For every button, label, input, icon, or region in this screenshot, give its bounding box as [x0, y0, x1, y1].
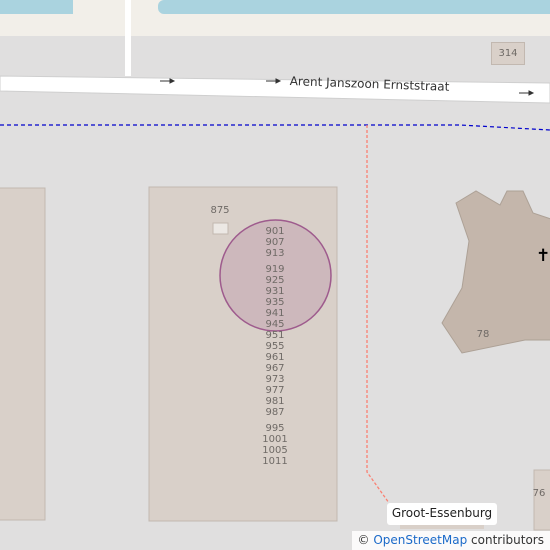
house-number: 875 — [210, 205, 230, 216]
house-number: 981 — [265, 396, 285, 407]
building-right[interactable] — [533, 469, 550, 531]
attribution-suffix: contributors — [467, 533, 544, 547]
footpath[interactable] — [125, 0, 131, 76]
house-number: 977 — [265, 385, 285, 396]
house-number: 941 — [265, 308, 285, 319]
house-number: 955 — [265, 341, 285, 352]
house-number: 995 — [265, 423, 285, 434]
house-number: 1001 — [262, 434, 288, 445]
house-number: 919 — [265, 264, 285, 275]
footway[interactable] — [366, 125, 390, 504]
house-number: 973 — [265, 374, 285, 385]
house-number: 901 — [265, 226, 285, 237]
street-arent-janszoon-ernststraat[interactable] — [0, 75, 550, 104]
house-number: 907 — [265, 237, 285, 248]
attribution: © OpenStreetMap contributors — [351, 531, 550, 550]
house-number: 913 — [265, 248, 285, 259]
route-ref-shield: 314 — [491, 42, 525, 65]
house-number: 945 — [265, 319, 285, 330]
water-area — [0, 0, 73, 14]
boundary-line — [0, 124, 550, 131]
copyright-symbol: © — [357, 533, 370, 547]
water-area — [158, 0, 550, 14]
church-icon: ✝ — [536, 246, 550, 266]
house-number: 1005 — [262, 445, 288, 456]
house-number: 935 — [265, 297, 285, 308]
quay — [0, 14, 125, 22]
building-left[interactable] — [0, 187, 46, 521]
house-number: 1011 — [262, 456, 288, 467]
house-number: 76 — [532, 488, 546, 499]
house-number: 961 — [265, 352, 285, 363]
house-number: 987 — [265, 407, 285, 418]
house-number: 78 — [476, 329, 490, 340]
house-number: 967 — [265, 363, 285, 374]
house-number: 951 — [265, 330, 285, 341]
osm-link[interactable]: OpenStreetMap — [373, 533, 467, 547]
place-label: Groot-Essenburg — [387, 503, 497, 525]
house-number: 931 — [265, 286, 285, 297]
small-structure — [212, 222, 229, 235]
house-number: 925 — [265, 275, 285, 286]
